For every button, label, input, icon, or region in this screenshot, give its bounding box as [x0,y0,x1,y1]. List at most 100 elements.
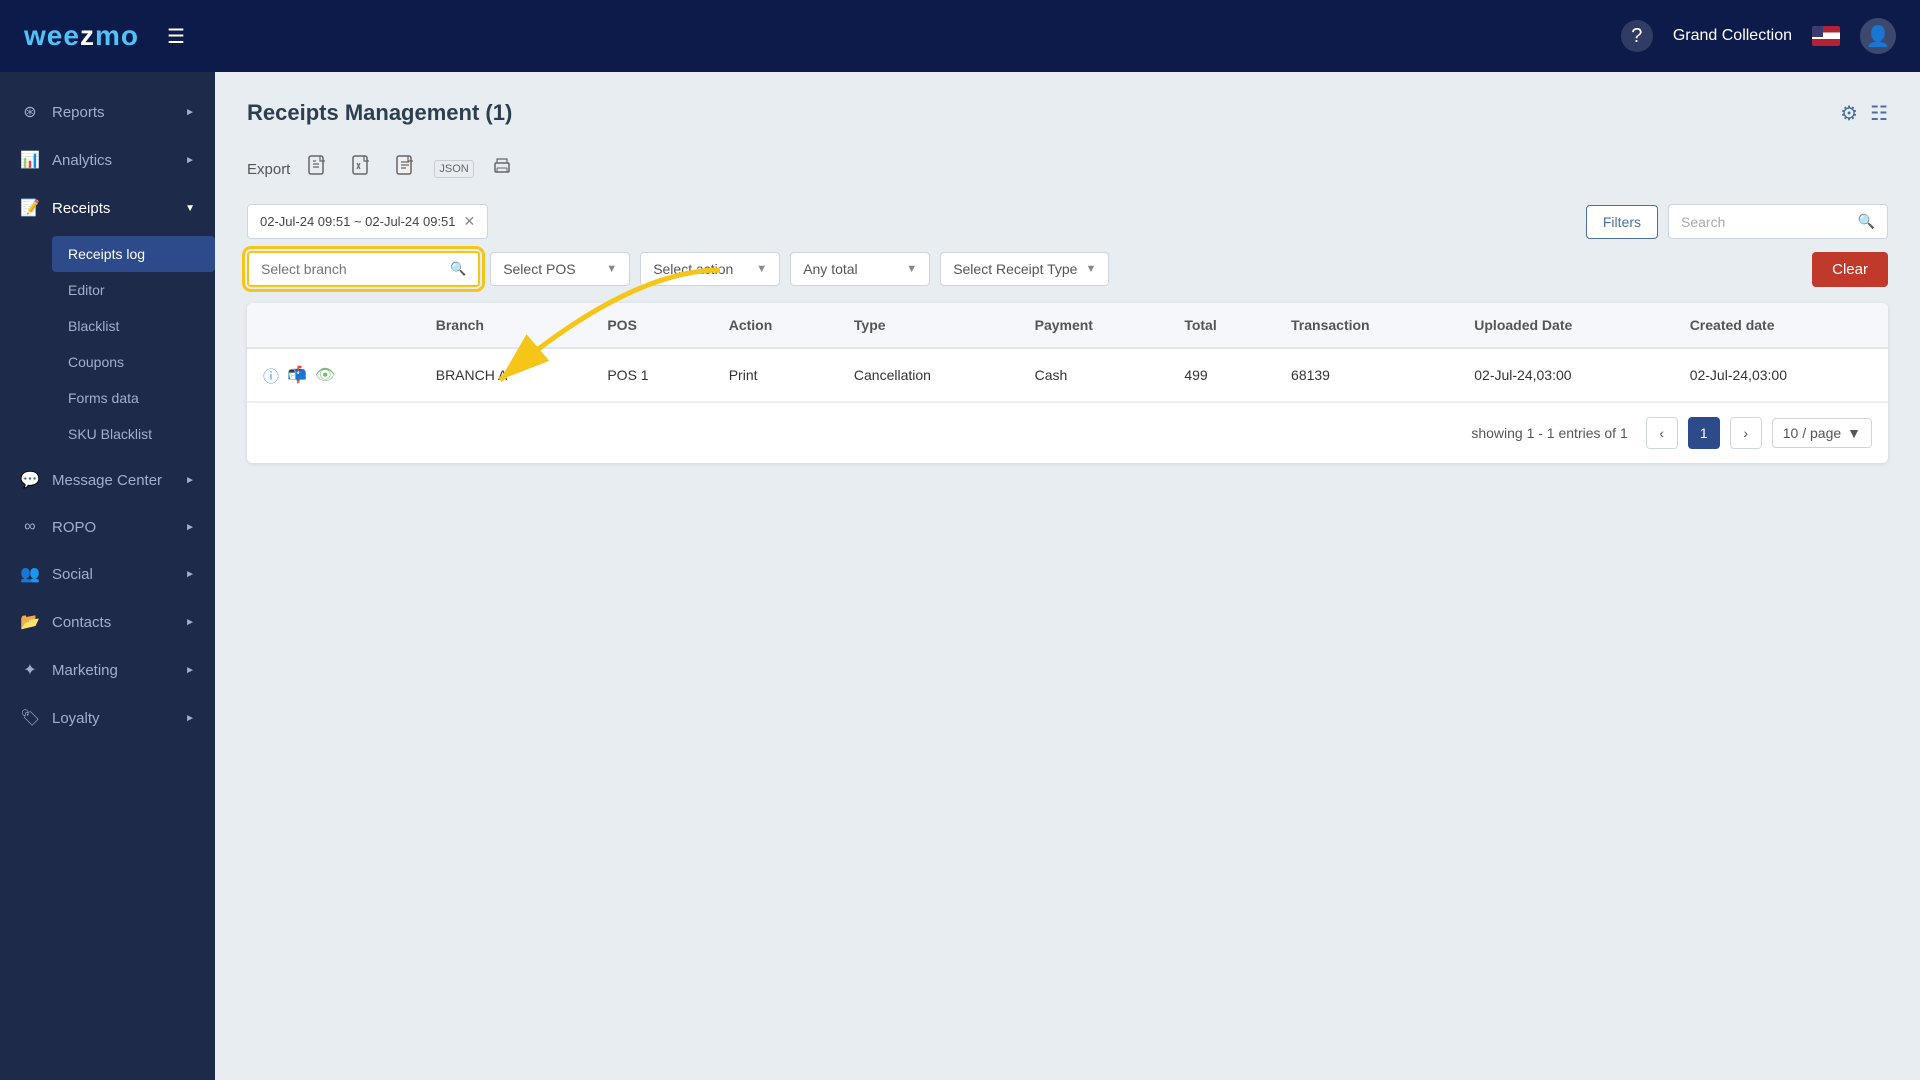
chevron-right-icon: ► [185,569,195,580]
branch-select-dropdown[interactable]: 🔍 [247,251,480,287]
row-actions-cell: ⓘ 📬 👁 [247,348,420,402]
transaction-cell: 68139 [1275,348,1458,402]
app-logo: weezmo [24,20,139,52]
receipt-icon[interactable]: 📬 [287,365,307,385]
pagination-page-1-button[interactable]: 1 [1688,417,1720,449]
action-select-dropdown[interactable]: Select action ▼ [640,252,780,286]
pos-cell: POS 1 [591,348,712,402]
branch-select-input[interactable] [261,261,442,277]
col-uploaded-date: Uploaded Date [1458,303,1673,348]
export-excel-button[interactable] [346,150,378,188]
sidebar-sub-forms-data[interactable]: Forms data [52,380,215,416]
sidebar-item-label: Receipts [52,200,110,217]
col-actions [247,303,420,348]
date-range-badge[interactable]: 02-Jul-24 09:51 ~ 02-Jul-24 09:51 ✕ [247,204,488,239]
eye-icon[interactable]: 👁 [315,365,335,385]
branch-cell: BRANCH A [420,348,592,402]
filter-right: Filters Search 🔍 [1586,204,1888,239]
sidebar-sub-receipts-log[interactable]: Receipts log [52,236,215,272]
search-box[interactable]: Search 🔍 [1668,204,1888,239]
info-icon[interactable]: ⓘ [263,363,279,387]
row-action-buttons: ⓘ 📬 👁 [263,363,404,387]
loyalty-icon: 🏷 [20,708,40,728]
type-cell: Cancellation [838,348,1019,402]
sidebar-item-label: Social [52,566,93,583]
sidebar-sub-blacklist[interactable]: Blacklist [52,308,215,344]
topbar: weezmo ☰ ? Grand Collection 👤 [0,0,1920,72]
uploaded-date-cell: 02-Jul-24,03:00 [1458,348,1673,402]
table-row: ⓘ 📬 👁 BRANCH A POS 1 Print Cancellation … [247,348,1888,402]
export-doc-button[interactable] [390,150,422,188]
social-icon: 👥 [20,564,40,584]
sidebar-item-reports[interactable]: ⊛ Reports ► [0,88,215,136]
pagination-prev-button[interactable]: ‹ [1646,417,1678,449]
sidebar-item-social[interactable]: 👥 Social ► [0,550,215,598]
search-icon: 🔍 [450,261,466,277]
page-header: Receipts Management (1) ⚙ ☷ [247,100,1888,126]
pos-select-dropdown[interactable]: Select POS ▼ [490,252,630,286]
sidebar-item-label: Reports [52,104,105,121]
ropo-icon: ∞ [20,518,40,536]
contacts-icon: 📂 [20,612,40,632]
controls-row: 🔍 Select POS ▼ Select action ▼ Any total… [247,251,1888,287]
sidebar-item-label: Loyalty [52,710,100,727]
per-page-select[interactable]: 10 / page ▼ [1772,418,1872,448]
data-table: Branch POS Action Type Payment Total Tra… [247,303,1888,463]
marketing-icon: ✦ [20,660,40,680]
sidebar-sub-editor[interactable]: Editor [52,272,215,308]
sidebar-item-receipts[interactable]: 📝 Receipts ▼ [0,184,215,232]
date-range-text: 02-Jul-24 09:51 ~ 02-Jul-24 09:51 [260,214,456,229]
receipts-table: Branch POS Action Type Payment Total Tra… [247,303,1888,402]
receipts-icon: 📝 [20,198,40,218]
chevron-down-icon: ▼ [185,203,195,214]
sidebar-item-analytics[interactable]: 📊 Analytics ► [0,136,215,184]
sidebar-sub-sku-blacklist[interactable]: SKU Blacklist [52,416,215,452]
sidebar-item-contacts[interactable]: 📂 Contacts ► [0,598,215,646]
export-row: Export [247,150,1888,188]
help-icon[interactable]: ? [1621,20,1653,52]
pagination-next-button[interactable]: › [1730,417,1762,449]
total-select-dropdown[interactable]: Any total ▼ [790,252,930,286]
total-select-text: Any total [803,261,857,277]
sidebar-item-label: Contacts [52,614,111,631]
clear-button[interactable]: Clear [1812,252,1888,287]
chevron-right-icon: ► [185,522,195,533]
settings-icon[interactable]: ⚙ [1840,101,1858,126]
receipt-type-select-dropdown[interactable]: Select Receipt Type ▼ [940,252,1109,286]
col-transaction: Transaction [1275,303,1458,348]
header-row: Branch POS Action Type Payment Total Tra… [247,303,1888,348]
created-date-cell: 02-Jul-24,03:00 [1674,348,1888,402]
col-pos: POS [591,303,712,348]
col-payment: Payment [1019,303,1169,348]
content-area: Receipts Management (1) ⚙ ☷ Export [215,72,1920,1080]
flag-icon [1812,26,1840,46]
user-avatar-icon[interactable]: 👤 [1860,18,1896,54]
sidebar-item-marketing[interactable]: ✦ Marketing ► [0,646,215,694]
export-print-button[interactable] [486,150,518,188]
page-title: Receipts Management (1) [247,100,512,126]
filters-button[interactable]: Filters [1586,205,1658,239]
export-json-button[interactable]: JSON [434,160,473,178]
chevron-down-icon: ▼ [1847,425,1861,441]
chevron-right-icon: ► [185,713,195,724]
filter-left: 02-Jul-24 09:51 ~ 02-Jul-24 09:51 ✕ [247,204,488,239]
org-name: Grand Collection [1673,27,1792,45]
sidebar-item-ropo[interactable]: ∞ ROPO ► [0,504,215,550]
total-cell: 499 [1168,348,1275,402]
sidebar-item-label: ROPO [52,519,96,536]
view-toggle-icon[interactable]: ☷ [1870,101,1888,126]
action-cell: Print [713,348,838,402]
search-icon: 🔍 [1858,213,1875,230]
sidebar-sub-coupons[interactable]: Coupons [52,344,215,380]
top-filter-row: 02-Jul-24 09:51 ~ 02-Jul-24 09:51 ✕ Filt… [247,204,1888,239]
date-range-close-icon[interactable]: ✕ [464,213,476,230]
sidebar-item-loyalty[interactable]: 🏷 Loyalty ► [0,694,215,742]
export-pdf-button[interactable] [302,150,334,188]
pagination-row: showing 1 - 1 entries of 1 ‹ 1 › 10 / pa… [247,402,1888,463]
chevron-right-icon: ► [185,665,195,676]
logo-area: weezmo ☰ [24,20,185,52]
hamburger-icon[interactable]: ☰ [167,24,185,49]
chevron-down-icon: ▼ [906,263,917,275]
chevron-right-icon: ► [185,107,195,118]
sidebar-item-message-center[interactable]: 💬 Message Center ► [0,456,215,504]
